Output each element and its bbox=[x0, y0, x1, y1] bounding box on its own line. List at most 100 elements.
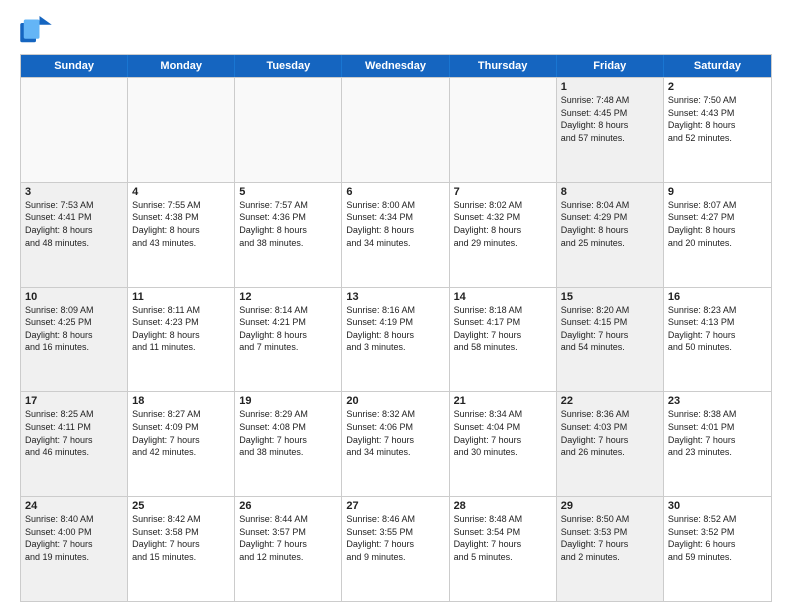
day-info: Sunrise: 7:55 AM Sunset: 4:38 PM Dayligh… bbox=[132, 199, 230, 249]
day-number: 4 bbox=[132, 186, 230, 198]
calendar-row-1: 1Sunrise: 7:48 AM Sunset: 4:45 PM Daylig… bbox=[21, 77, 771, 182]
calendar-cell-29: 29Sunrise: 8:50 AM Sunset: 3:53 PM Dayli… bbox=[557, 497, 664, 601]
calendar-cell-empty-0 bbox=[21, 78, 128, 182]
day-number: 9 bbox=[668, 186, 767, 198]
calendar-cell-23: 23Sunrise: 8:38 AM Sunset: 4:01 PM Dayli… bbox=[664, 392, 771, 496]
day-number: 2 bbox=[668, 81, 767, 93]
calendar-cell-5: 5Sunrise: 7:57 AM Sunset: 4:36 PM Daylig… bbox=[235, 183, 342, 287]
header-day-wednesday: Wednesday bbox=[342, 55, 449, 77]
day-info: Sunrise: 8:14 AM Sunset: 4:21 PM Dayligh… bbox=[239, 304, 337, 354]
day-info: Sunrise: 7:57 AM Sunset: 4:36 PM Dayligh… bbox=[239, 199, 337, 249]
day-number: 11 bbox=[132, 291, 230, 303]
calendar-cell-20: 20Sunrise: 8:32 AM Sunset: 4:06 PM Dayli… bbox=[342, 392, 449, 496]
header-day-monday: Monday bbox=[128, 55, 235, 77]
day-number: 8 bbox=[561, 186, 659, 198]
day-info: Sunrise: 8:18 AM Sunset: 4:17 PM Dayligh… bbox=[454, 304, 552, 354]
calendar-cell-30: 30Sunrise: 8:52 AM Sunset: 3:52 PM Dayli… bbox=[664, 497, 771, 601]
calendar-body: 1Sunrise: 7:48 AM Sunset: 4:45 PM Daylig… bbox=[21, 77, 771, 601]
calendar-cell-18: 18Sunrise: 8:27 AM Sunset: 4:09 PM Dayli… bbox=[128, 392, 235, 496]
day-number: 16 bbox=[668, 291, 767, 303]
day-info: Sunrise: 8:34 AM Sunset: 4:04 PM Dayligh… bbox=[454, 408, 552, 458]
day-number: 18 bbox=[132, 395, 230, 407]
logo bbox=[20, 16, 56, 44]
calendar-cell-7: 7Sunrise: 8:02 AM Sunset: 4:32 PM Daylig… bbox=[450, 183, 557, 287]
logo-icon bbox=[20, 16, 52, 44]
calendar-cell-25: 25Sunrise: 8:42 AM Sunset: 3:58 PM Dayli… bbox=[128, 497, 235, 601]
day-info: Sunrise: 7:48 AM Sunset: 4:45 PM Dayligh… bbox=[561, 94, 659, 144]
day-number: 15 bbox=[561, 291, 659, 303]
day-info: Sunrise: 8:04 AM Sunset: 4:29 PM Dayligh… bbox=[561, 199, 659, 249]
day-number: 20 bbox=[346, 395, 444, 407]
day-info: Sunrise: 8:40 AM Sunset: 4:00 PM Dayligh… bbox=[25, 513, 123, 563]
day-info: Sunrise: 8:50 AM Sunset: 3:53 PM Dayligh… bbox=[561, 513, 659, 563]
calendar-cell-28: 28Sunrise: 8:48 AM Sunset: 3:54 PM Dayli… bbox=[450, 497, 557, 601]
day-info: Sunrise: 8:38 AM Sunset: 4:01 PM Dayligh… bbox=[668, 408, 767, 458]
calendar-row-4: 17Sunrise: 8:25 AM Sunset: 4:11 PM Dayli… bbox=[21, 391, 771, 496]
calendar-cell-3: 3Sunrise: 7:53 AM Sunset: 4:41 PM Daylig… bbox=[21, 183, 128, 287]
calendar-cell-12: 12Sunrise: 8:14 AM Sunset: 4:21 PM Dayli… bbox=[235, 288, 342, 392]
day-number: 1 bbox=[561, 81, 659, 93]
calendar-cell-empty-2 bbox=[235, 78, 342, 182]
page-header bbox=[20, 16, 772, 44]
day-number: 17 bbox=[25, 395, 123, 407]
day-info: Sunrise: 8:20 AM Sunset: 4:15 PM Dayligh… bbox=[561, 304, 659, 354]
calendar-cell-empty-1 bbox=[128, 78, 235, 182]
day-number: 23 bbox=[668, 395, 767, 407]
header-day-thursday: Thursday bbox=[450, 55, 557, 77]
day-number: 30 bbox=[668, 500, 767, 512]
day-info: Sunrise: 8:11 AM Sunset: 4:23 PM Dayligh… bbox=[132, 304, 230, 354]
calendar-cell-16: 16Sunrise: 8:23 AM Sunset: 4:13 PM Dayli… bbox=[664, 288, 771, 392]
day-info: Sunrise: 8:00 AM Sunset: 4:34 PM Dayligh… bbox=[346, 199, 444, 249]
calendar-row-5: 24Sunrise: 8:40 AM Sunset: 4:00 PM Dayli… bbox=[21, 496, 771, 601]
calendar-cell-13: 13Sunrise: 8:16 AM Sunset: 4:19 PM Dayli… bbox=[342, 288, 449, 392]
day-number: 22 bbox=[561, 395, 659, 407]
day-info: Sunrise: 8:23 AM Sunset: 4:13 PM Dayligh… bbox=[668, 304, 767, 354]
calendar-cell-27: 27Sunrise: 8:46 AM Sunset: 3:55 PM Dayli… bbox=[342, 497, 449, 601]
day-number: 14 bbox=[454, 291, 552, 303]
calendar: SundayMondayTuesdayWednesdayThursdayFrid… bbox=[20, 54, 772, 602]
day-info: Sunrise: 8:52 AM Sunset: 3:52 PM Dayligh… bbox=[668, 513, 767, 563]
calendar-cell-26: 26Sunrise: 8:44 AM Sunset: 3:57 PM Dayli… bbox=[235, 497, 342, 601]
calendar-header: SundayMondayTuesdayWednesdayThursdayFrid… bbox=[21, 55, 771, 77]
calendar-cell-2: 2Sunrise: 7:50 AM Sunset: 4:43 PM Daylig… bbox=[664, 78, 771, 182]
calendar-cell-11: 11Sunrise: 8:11 AM Sunset: 4:23 PM Dayli… bbox=[128, 288, 235, 392]
day-number: 27 bbox=[346, 500, 444, 512]
calendar-cell-10: 10Sunrise: 8:09 AM Sunset: 4:25 PM Dayli… bbox=[21, 288, 128, 392]
calendar-cell-1: 1Sunrise: 7:48 AM Sunset: 4:45 PM Daylig… bbox=[557, 78, 664, 182]
calendar-cell-9: 9Sunrise: 8:07 AM Sunset: 4:27 PM Daylig… bbox=[664, 183, 771, 287]
calendar-cell-21: 21Sunrise: 8:34 AM Sunset: 4:04 PM Dayli… bbox=[450, 392, 557, 496]
calendar-cell-empty-4 bbox=[450, 78, 557, 182]
day-number: 13 bbox=[346, 291, 444, 303]
day-info: Sunrise: 7:53 AM Sunset: 4:41 PM Dayligh… bbox=[25, 199, 123, 249]
calendar-row-2: 3Sunrise: 7:53 AM Sunset: 4:41 PM Daylig… bbox=[21, 182, 771, 287]
header-day-friday: Friday bbox=[557, 55, 664, 77]
calendar-cell-8: 8Sunrise: 8:04 AM Sunset: 4:29 PM Daylig… bbox=[557, 183, 664, 287]
calendar-cell-4: 4Sunrise: 7:55 AM Sunset: 4:38 PM Daylig… bbox=[128, 183, 235, 287]
day-info: Sunrise: 8:42 AM Sunset: 3:58 PM Dayligh… bbox=[132, 513, 230, 563]
day-number: 26 bbox=[239, 500, 337, 512]
day-number: 29 bbox=[561, 500, 659, 512]
day-info: Sunrise: 8:48 AM Sunset: 3:54 PM Dayligh… bbox=[454, 513, 552, 563]
calendar-cell-22: 22Sunrise: 8:36 AM Sunset: 4:03 PM Dayli… bbox=[557, 392, 664, 496]
day-number: 6 bbox=[346, 186, 444, 198]
day-info: Sunrise: 8:27 AM Sunset: 4:09 PM Dayligh… bbox=[132, 408, 230, 458]
day-number: 5 bbox=[239, 186, 337, 198]
day-info: Sunrise: 8:44 AM Sunset: 3:57 PM Dayligh… bbox=[239, 513, 337, 563]
day-number: 25 bbox=[132, 500, 230, 512]
day-info: Sunrise: 8:25 AM Sunset: 4:11 PM Dayligh… bbox=[25, 408, 123, 458]
day-info: Sunrise: 8:02 AM Sunset: 4:32 PM Dayligh… bbox=[454, 199, 552, 249]
calendar-cell-15: 15Sunrise: 8:20 AM Sunset: 4:15 PM Dayli… bbox=[557, 288, 664, 392]
day-number: 10 bbox=[25, 291, 123, 303]
header-day-sunday: Sunday bbox=[21, 55, 128, 77]
calendar-cell-empty-3 bbox=[342, 78, 449, 182]
day-info: Sunrise: 8:36 AM Sunset: 4:03 PM Dayligh… bbox=[561, 408, 659, 458]
day-number: 21 bbox=[454, 395, 552, 407]
calendar-cell-14: 14Sunrise: 8:18 AM Sunset: 4:17 PM Dayli… bbox=[450, 288, 557, 392]
day-info: Sunrise: 8:07 AM Sunset: 4:27 PM Dayligh… bbox=[668, 199, 767, 249]
calendar-cell-19: 19Sunrise: 8:29 AM Sunset: 4:08 PM Dayli… bbox=[235, 392, 342, 496]
day-number: 12 bbox=[239, 291, 337, 303]
calendar-page: SundayMondayTuesdayWednesdayThursdayFrid… bbox=[0, 0, 792, 612]
day-number: 19 bbox=[239, 395, 337, 407]
day-info: Sunrise: 8:32 AM Sunset: 4:06 PM Dayligh… bbox=[346, 408, 444, 458]
calendar-row-3: 10Sunrise: 8:09 AM Sunset: 4:25 PM Dayli… bbox=[21, 287, 771, 392]
